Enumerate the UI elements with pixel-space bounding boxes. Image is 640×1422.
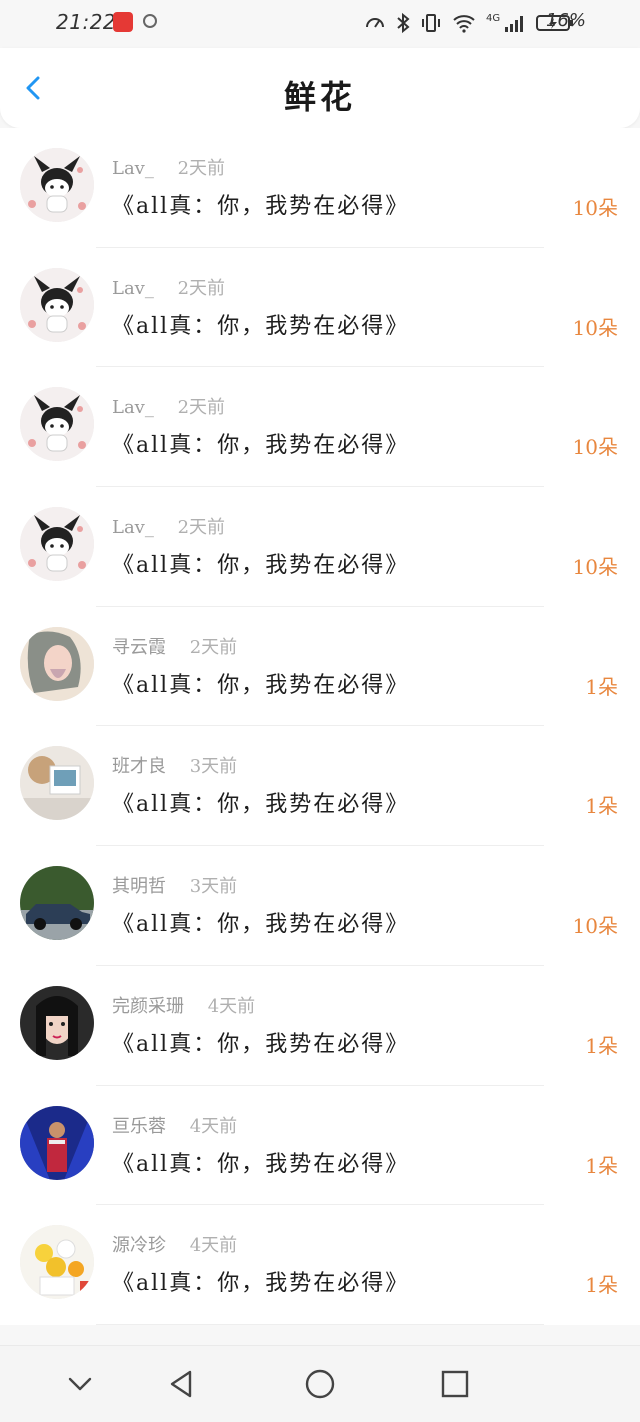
avatar[interactable] — [20, 866, 94, 941]
item-meta: 完颜采珊 4天前 — [112, 992, 255, 1018]
book-title: 《all真：你，我势在必得》 — [112, 792, 410, 818]
bluetooth-icon — [397, 12, 410, 34]
list-item[interactable]: Lav_ 2天前 《all真：你，我势在必得》 10朵 — [0, 128, 640, 248]
book-title: 《all真：你，我势在必得》 — [112, 1151, 410, 1177]
list-item[interactable]: 寻云霞 2天前 《all真：你，我势在必得》 1朵 — [0, 606, 640, 727]
flower-count: 10朵 — [572, 555, 618, 580]
time-ago: 2天前 — [177, 277, 226, 299]
user-name[interactable]: 源冷珍 — [112, 1235, 166, 1256]
book-title: 《all真：你，我势在必得》 — [112, 433, 410, 459]
page-title: 鲜花 — [283, 78, 356, 116]
system-nav-bar — [0, 1345, 640, 1422]
book-title: 《all真：你，我势在必得》 — [112, 313, 410, 339]
book-title: 《all真：你，我势在必得》 — [112, 912, 410, 938]
list-item[interactable]: 源冷珍 4天前 《all真：你，我势在必得》 1朵 — [0, 1205, 640, 1325]
list-item[interactable]: Lav_ 2天前 《all真：你，我势在必得》 10朵 — [0, 247, 640, 368]
hide-keyboard-icon[interactable] — [62, 1366, 98, 1402]
list-item[interactable]: 完颜采珊 4天前 《all真：你，我势在必得》 1朵 — [0, 965, 640, 1086]
book-title: 《all真：你，我势在必得》 — [112, 194, 410, 219]
user-name[interactable]: Lav_ — [112, 517, 154, 538]
user-name[interactable]: 亘乐蓉 — [112, 1116, 166, 1137]
list-item[interactable]: Lav_ 2天前 《all真：你，我势在必得》 10朵 — [0, 367, 640, 488]
recents-nav-icon[interactable] — [437, 1366, 473, 1402]
time-ago: 4天前 — [189, 1235, 238, 1257]
flower-count: 10朵 — [572, 315, 618, 340]
avatar[interactable] — [20, 1105, 94, 1180]
user-name[interactable]: Lav_ — [112, 397, 154, 418]
user-name[interactable]: Lav_ — [112, 278, 154, 299]
flower-count: 10朵 — [572, 435, 618, 460]
speed-icon — [366, 18, 384, 28]
notification-icon — [143, 14, 157, 28]
item-meta: Lav_ 2天前 — [112, 274, 225, 300]
list-item[interactable]: Lav_ 2天前 《all真：你，我势在必得》 10朵 — [0, 487, 640, 607]
app-header: 鲜花 — [0, 48, 640, 128]
home-nav-icon[interactable] — [302, 1366, 338, 1402]
book-title: 《all真：你，我势在必得》 — [112, 553, 410, 579]
item-meta: 班才良 3天前 — [112, 752, 237, 778]
avatar[interactable] — [20, 746, 94, 821]
time-ago: 2天前 — [177, 158, 226, 179]
flower-count: 1朵 — [585, 1153, 618, 1178]
user-name[interactable]: Lav_ — [112, 158, 154, 179]
time-ago: 3天前 — [189, 876, 238, 898]
time-ago: 3天前 — [189, 756, 238, 778]
book-title: 《all真：你，我势在必得》 — [112, 1271, 410, 1297]
signal-icon — [505, 16, 524, 32]
avatar[interactable] — [20, 985, 94, 1060]
flower-count: 10朵 — [572, 196, 618, 220]
item-meta: Lav_ 2天前 — [112, 513, 225, 539]
list-item[interactable]: 其明哲 3天前 《all真：你，我势在必得》 10朵 — [0, 846, 640, 966]
status-icons: 4G — [364, 12, 574, 34]
status-bar: 21:22 4G 16% — [0, 0, 640, 48]
avatar[interactable] — [20, 387, 94, 462]
list-item[interactable]: 亘乐蓉 4天前 《all真：你，我势在必得》 1朵 — [0, 1085, 640, 1206]
time-ago: 2天前 — [189, 636, 238, 658]
list-item[interactable]: 班才良 3天前 《all真：你，我势在必得》 1朵 — [0, 726, 640, 847]
flower-record-list: Lav_ 2天前 《all真：你，我势在必得》 10朵 Lav_ 2天前 《al… — [0, 128, 640, 1325]
time-ago: 4天前 — [207, 995, 256, 1017]
item-meta: 亘乐蓉 4天前 — [112, 1112, 237, 1138]
flower-count: 1朵 — [585, 1273, 618, 1298]
avatar[interactable] — [20, 267, 94, 342]
avatar[interactable] — [20, 626, 94, 701]
avatar[interactable] — [20, 507, 94, 582]
flower-count: 1朵 — [585, 674, 618, 699]
flower-count: 1朵 — [585, 794, 618, 819]
avatar[interactable] — [20, 1225, 94, 1300]
avatar[interactable] — [20, 148, 94, 222]
flower-count: 1朵 — [585, 1033, 618, 1058]
flower-count: 10朵 — [572, 914, 618, 939]
vibrate-icon — [422, 14, 440, 32]
huawei-app-icon — [113, 12, 133, 32]
item-meta: 源冷珍 4天前 — [112, 1231, 237, 1257]
user-name[interactable]: 班才良 — [112, 756, 166, 777]
item-meta: Lav_ 2天前 — [112, 393, 225, 419]
item-meta: 其明哲 3天前 — [112, 872, 237, 898]
time-ago: 2天前 — [177, 517, 226, 539]
divider — [96, 1323, 544, 1325]
user-name[interactable]: 完颜采珊 — [112, 996, 184, 1017]
wifi-icon — [453, 15, 475, 33]
user-name[interactable]: 寻云霞 — [112, 637, 166, 658]
item-meta: 寻云霞 2天前 — [112, 633, 237, 659]
time-ago: 2天前 — [177, 397, 226, 419]
status-time: 21:22 — [56, 10, 117, 34]
time-ago: 4天前 — [189, 1115, 238, 1137]
book-title: 《all真：你，我势在必得》 — [112, 672, 410, 698]
battery-percentage: 16% — [545, 10, 586, 31]
back-nav-icon[interactable] — [164, 1366, 200, 1402]
network-type: 4G — [486, 12, 501, 24]
user-name[interactable]: 其明哲 — [112, 876, 166, 897]
book-title: 《all真：你，我势在必得》 — [112, 1031, 410, 1057]
item-meta: Lav_ 2天前 — [112, 154, 225, 180]
